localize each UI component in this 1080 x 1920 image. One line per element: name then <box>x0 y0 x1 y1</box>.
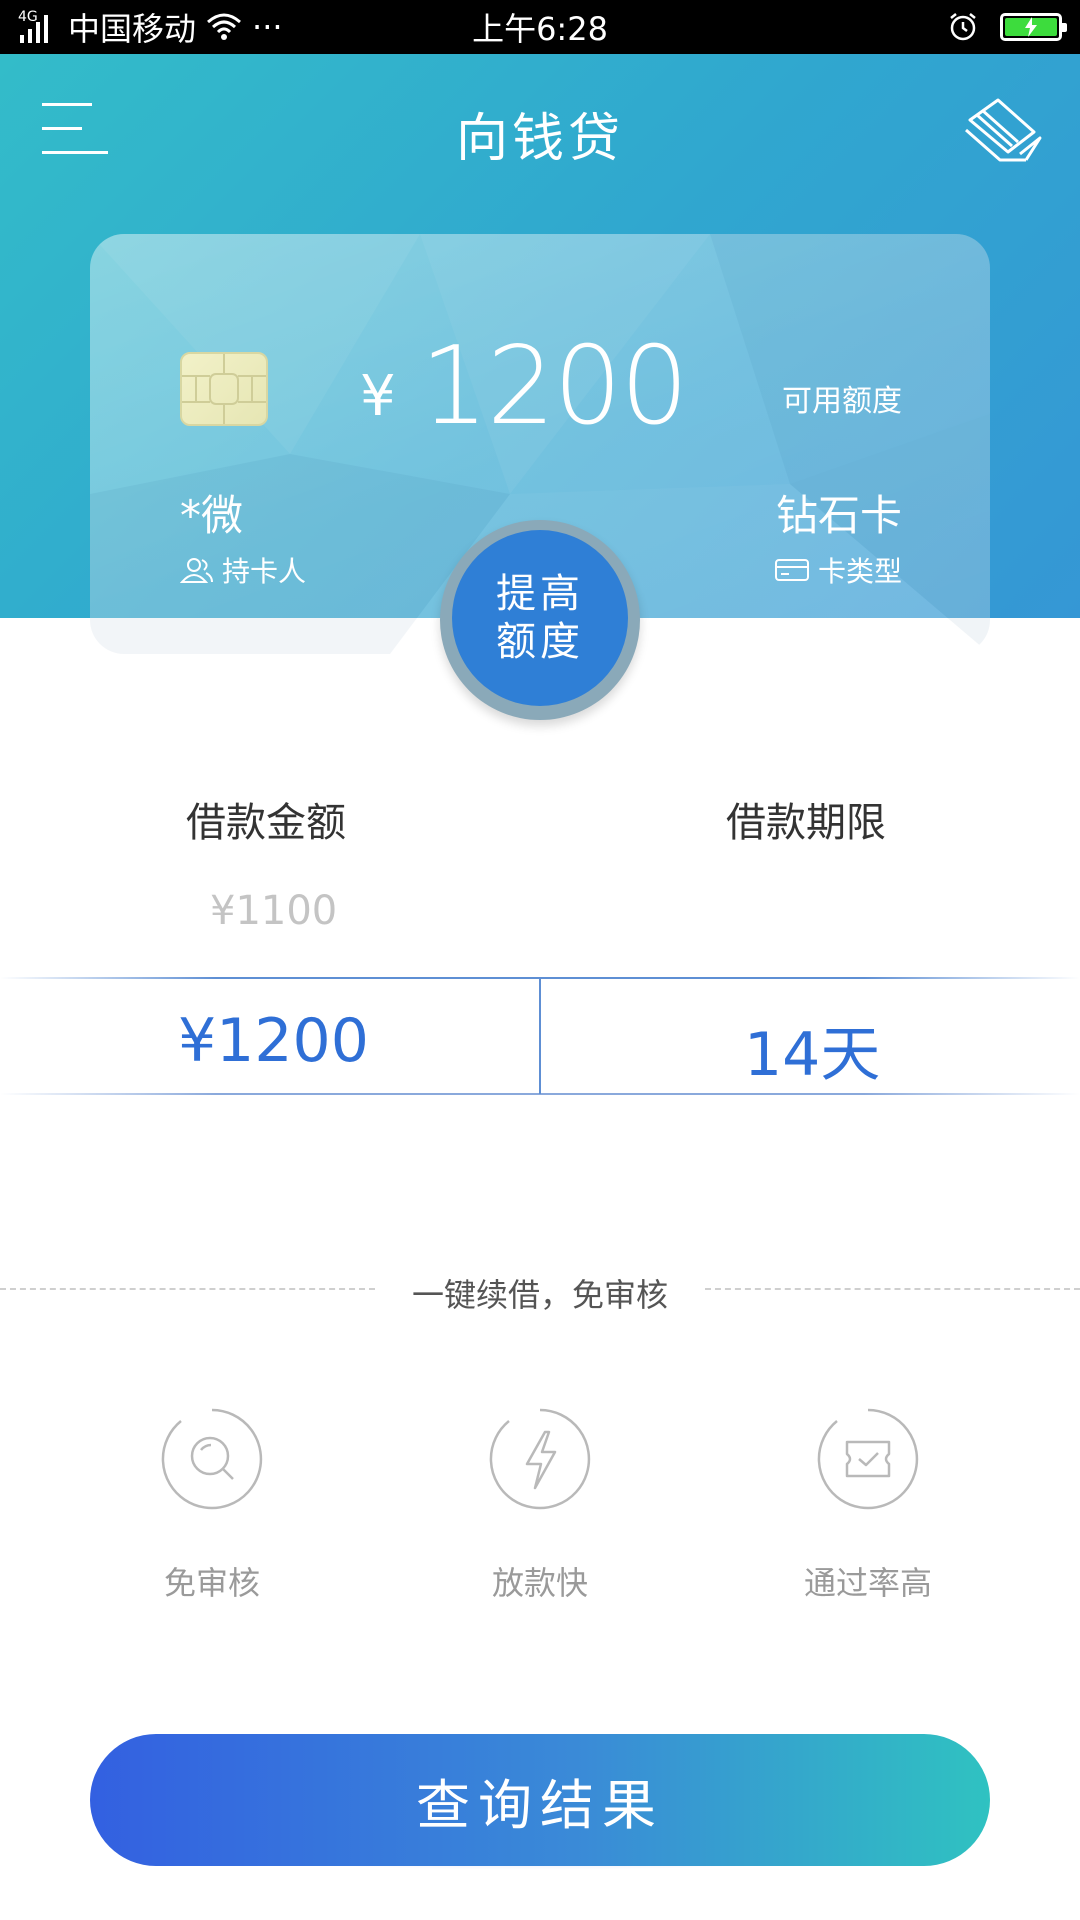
feature-high-approval: 通过率高 <box>768 1408 968 1604</box>
feature-fast-payout: 放款快 <box>440 1408 640 1604</box>
user-icon <box>180 558 213 583</box>
raise-limit-button[interactable]: 提高 额度 <box>452 530 628 706</box>
card-type-value: 钻石卡 <box>775 491 902 540</box>
raise-limit-line2: 额度 <box>496 619 584 665</box>
feature-label: 免审核 <box>163 1564 260 1602</box>
loan-term-label: 借款期限 <box>726 800 886 846</box>
cardholder-name: *微 <box>180 491 244 540</box>
card-type-label: 卡类型 <box>774 550 902 590</box>
cardholder-label-text: 持卡人 <box>222 555 307 588</box>
cardholder-label: 持卡人 <box>180 550 306 590</box>
status-time: 上午6:28 <box>472 10 608 48</box>
page-title: 向钱贷 <box>455 109 624 169</box>
feature-label: 放款快 <box>491 1564 588 1602</box>
amount-picker-option[interactable]: ¥1100 <box>210 888 337 934</box>
query-result-button[interactable]: 查询结果 <box>90 1734 990 1866</box>
card-chip-icon <box>180 352 268 426</box>
renewal-tagline: 一键续借，免审核 <box>411 1276 668 1314</box>
card-icon <box>774 559 809 581</box>
selected-loan-amount[interactable]: ¥1200 <box>178 1006 369 1076</box>
currency-symbol: ¥ <box>360 364 396 429</box>
loan-amount-label: 借款金额 <box>186 800 346 846</box>
available-label: 可用额度 <box>782 384 902 419</box>
status-right <box>948 0 1067 54</box>
selected-loan-term[interactable]: 14天 <box>744 1006 880 1093</box>
search-icon <box>161 1408 263 1510</box>
battery-icon <box>1000 13 1067 41</box>
available-amount: 1200 <box>420 324 689 449</box>
picker-divider-middle <box>539 978 541 1094</box>
card-type-label-text: 卡类型 <box>817 555 902 588</box>
raise-limit-line1: 提高 <box>496 571 584 617</box>
status-bar: 4G 中国移动 ··· 上午6:28 <box>0 0 1080 54</box>
feature-label: 通过率高 <box>803 1564 932 1602</box>
alarm-icon <box>950 13 976 41</box>
bank-card-button[interactable] <box>964 94 1044 166</box>
ticket-check-icon <box>817 1408 919 1510</box>
bank-card-icon <box>965 98 1042 162</box>
app-screen: 4G 中国移动 ··· 上午6:28 向钱贷 ¥ 1200 可用额度 *微 持卡… <box>0 0 1080 1920</box>
feature-no-review: 免审核 <box>112 1408 312 1604</box>
lightning-icon <box>489 1408 591 1510</box>
